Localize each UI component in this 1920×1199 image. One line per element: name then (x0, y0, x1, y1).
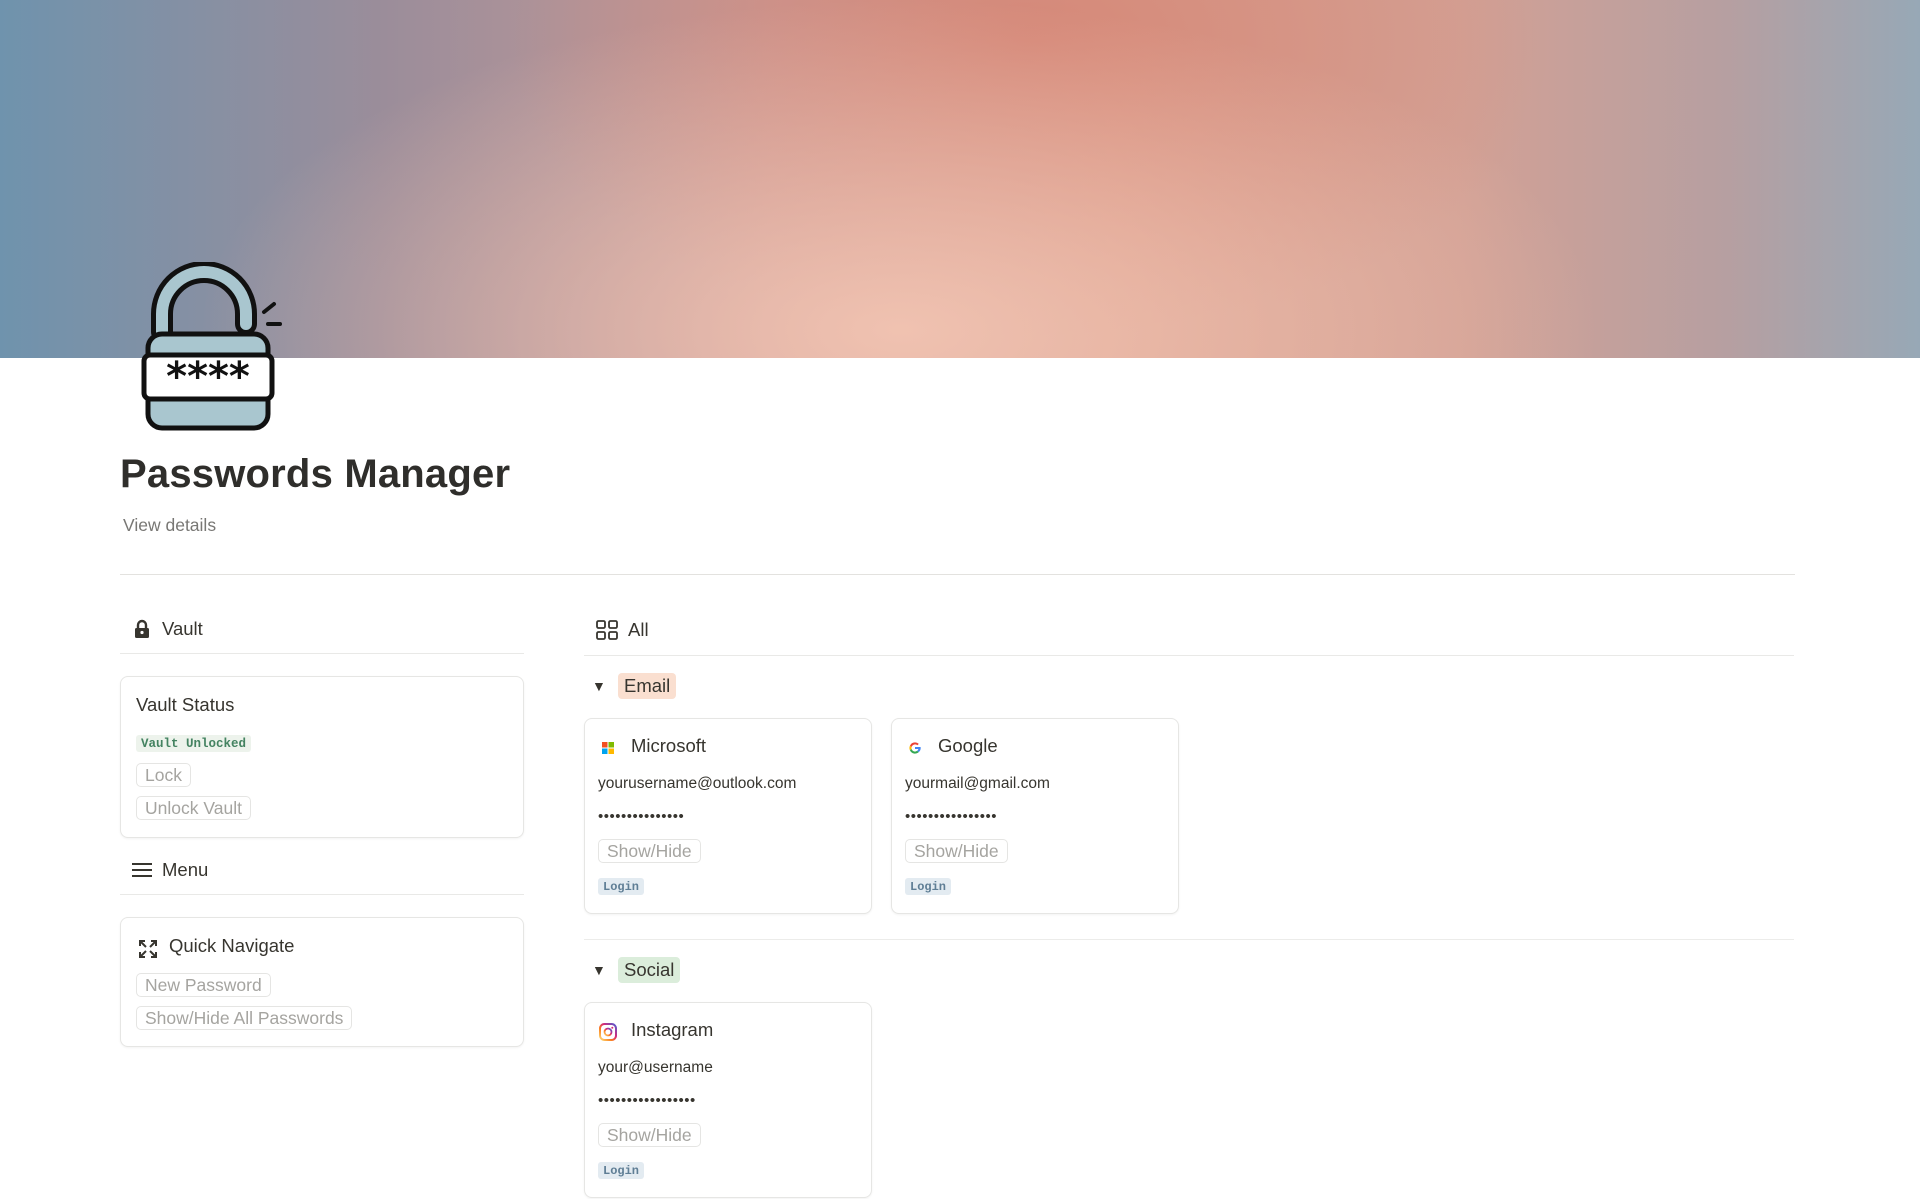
microsoft-logo-icon (599, 739, 617, 757)
gallery-grid-icon (596, 619, 618, 640)
card-username: yourusername@outlook.com (598, 775, 797, 792)
password-card-google[interactable]: Google yourmail@gmail.com ••••••••••••••… (891, 718, 1179, 914)
show-hide-button[interactable]: Show/Hide (598, 1123, 701, 1147)
card-username: your@username (598, 1059, 713, 1076)
page-title: Passwords Manager (120, 452, 511, 496)
show-hide-all-button[interactable]: Show/Hide All Passwords (136, 1006, 353, 1030)
collapse-triangle-icon[interactable]: ▼ (592, 962, 606, 978)
new-password-button[interactable]: New Password (136, 973, 271, 997)
expand-arrows-icon (138, 939, 158, 959)
menu-section-header[interactable]: Menu (120, 845, 524, 895)
tab-all[interactable]: All (584, 604, 1794, 656)
card-password: ••••••••••••••••• (598, 1092, 696, 1109)
hamburger-menu-icon (132, 860, 152, 880)
card-name: Microsoft (631, 735, 707, 756)
vault-heading: Vault (162, 617, 203, 639)
card-name: Google (938, 735, 998, 756)
password-asterisks: **** (166, 354, 250, 400)
password-card-microsoft[interactable]: Microsoft yourusername@outlook.com •••••… (584, 718, 872, 914)
google-logo-icon (906, 739, 924, 757)
open-padlock-password-icon: **** (132, 261, 282, 432)
menu-heading: Menu (162, 858, 209, 880)
status-badge: Vault Unlocked (136, 735, 252, 752)
group-email[interactable]: ▼ Email (592, 673, 677, 699)
login-tag[interactable]: Login (598, 1162, 645, 1179)
cover-image (0, 0, 1920, 358)
group-tag-social: Social (618, 957, 681, 983)
divider (584, 939, 1794, 940)
login-tag[interactable]: Login (905, 878, 952, 895)
quick-navigate-card: Quick Navigate New Password Show/Hide Al… (120, 917, 524, 1047)
card-password: •••••••••••••••• (905, 808, 998, 825)
instagram-logo-icon (599, 1023, 617, 1041)
collapse-triangle-icon[interactable]: ▼ (592, 678, 606, 694)
group-social[interactable]: ▼ Social (592, 957, 681, 983)
show-hide-button[interactable]: Show/Hide (905, 839, 1008, 863)
group-tag-email: Email (618, 673, 677, 699)
show-hide-button[interactable]: Show/Hide (598, 839, 701, 863)
vault-section-header[interactable]: Vault (120, 604, 524, 654)
login-tag[interactable]: Login (598, 878, 645, 895)
lock-button[interactable]: Lock (136, 763, 191, 787)
lock-icon (132, 619, 152, 639)
password-card-instagram[interactable]: Instagram your@username ••••••••••••••••… (584, 1002, 872, 1198)
vault-status-title: Vault Status (136, 694, 235, 715)
unlock-vault-button[interactable]: Unlock Vault (136, 796, 251, 820)
quick-navigate-title: Quick Navigate (169, 935, 295, 956)
vault-status-card: Vault Status Vault Unlocked Lock Unlock … (120, 676, 524, 838)
card-name: Instagram (631, 1019, 714, 1040)
view-label: All (628, 618, 649, 640)
divider (120, 574, 1795, 575)
card-username: yourmail@gmail.com (905, 775, 1050, 792)
view-details-link[interactable]: View details (123, 515, 216, 536)
card-password: ••••••••••••••• (598, 808, 685, 825)
